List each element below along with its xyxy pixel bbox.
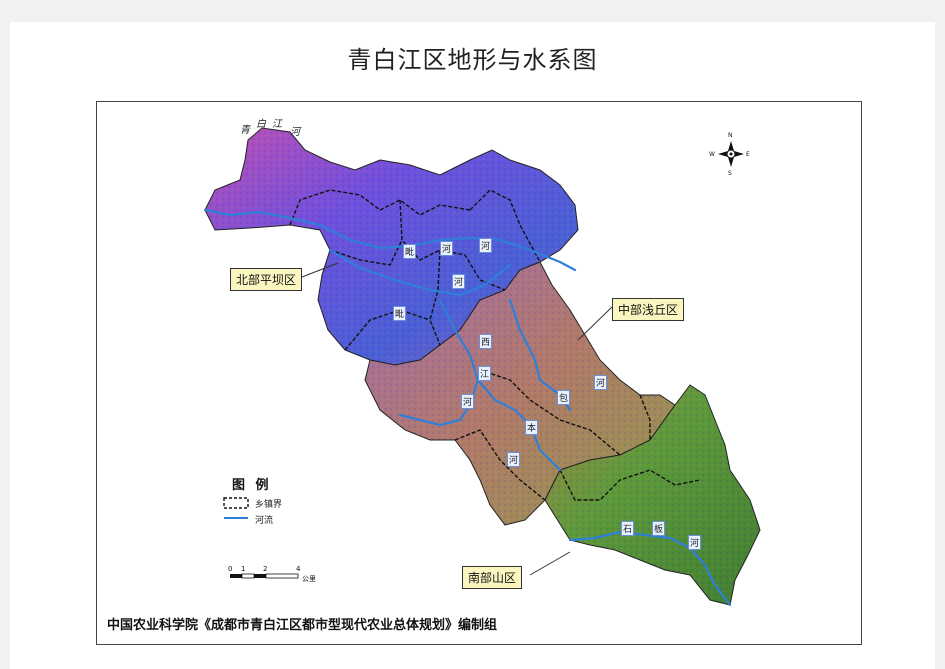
river-south-tag-2: 板 [652, 521, 666, 536]
central-hills-callout: 中部浅丘区 [612, 298, 685, 321]
compass-w-label: W [709, 151, 715, 158]
south-mountains-callout: 南部山区 [462, 566, 523, 589]
legend-boundary-label: 乡镇界 [255, 500, 283, 510]
river-tag-1: 毗 [403, 244, 417, 259]
river-tag-8: 河 [461, 394, 475, 409]
compass-rose [718, 141, 744, 167]
river-top-label-3: 江 [272, 119, 282, 130]
compass-e-label: E [746, 151, 750, 158]
river-tag-9: 河 [507, 452, 521, 467]
legend-river-label: 河流 [255, 516, 274, 526]
scale-tick-4: 4 [296, 565, 301, 573]
river-top-label-4: 河 [290, 127, 300, 138]
footer-credit: 中国农业科学院《成都市青白江区都市型现代农业总体规划》编制组 [107, 618, 498, 633]
river-south-tag-1: 石 [621, 521, 635, 536]
legend-title: 图 例 [232, 478, 272, 493]
north-plain-callout: 北部平坝区 [230, 268, 303, 291]
river-top-label-1: 青 [240, 125, 250, 136]
river-tag-12: 河 [594, 375, 608, 390]
scale-unit: 公里 [302, 575, 316, 583]
river-tag-4: 河 [452, 274, 466, 289]
river-tag-5: 毗 [393, 306, 407, 321]
river-tag-2: 河 [440, 241, 454, 256]
river-tag-6: 西 [479, 334, 493, 349]
river-tag-7: 江 [478, 366, 492, 381]
scale-bar [230, 573, 299, 579]
river-top-label-2: 白 [256, 119, 266, 130]
river-tag-3: 河 [479, 238, 493, 253]
river-tag-11: 包 [557, 390, 571, 405]
compass-n-label: N [728, 132, 733, 139]
compass-s-label: S [728, 170, 732, 177]
legend-boundary-swatch [223, 497, 249, 509]
scale-tick-0: 0 [228, 565, 233, 573]
river-south-tag-3: 河 [688, 535, 702, 550]
scale-tick-1: 1 [241, 565, 246, 573]
river-tag-10: 本 [525, 420, 539, 435]
scale-tick-2: 2 [263, 565, 268, 573]
